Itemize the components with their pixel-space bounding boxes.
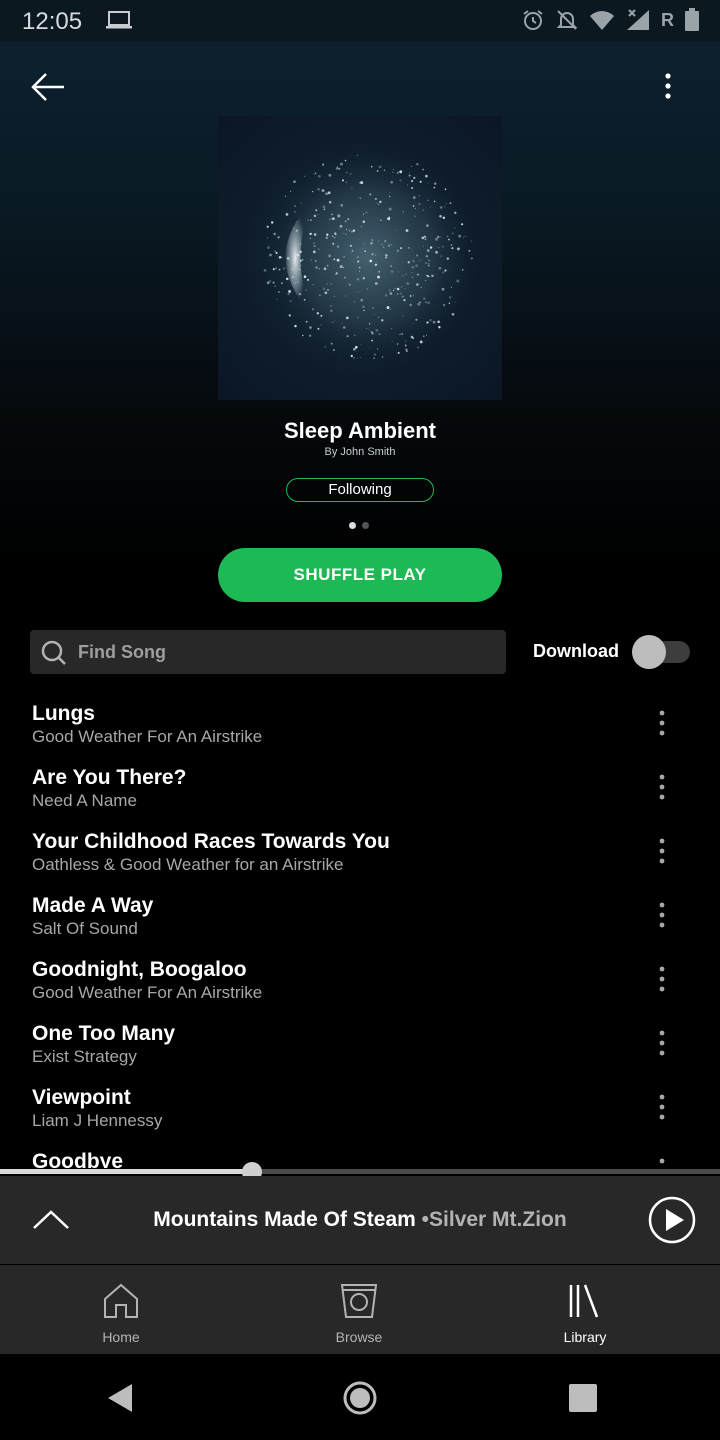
back-triangle-icon[interactable] (98, 1376, 142, 1420)
playlist-screen: 12:05 R Sleep Ambient By John Smith Foll… (0, 0, 720, 1440)
track-more-icon[interactable] (648, 898, 676, 932)
library-icon (569, 1284, 599, 1318)
track-row[interactable]: Lungs Good Weather For An Airstrike (0, 690, 720, 754)
home-icon (104, 1283, 138, 1318)
now-playing-artist: Silver Mt.Zion (429, 1208, 567, 1231)
playlist-owner: By John Smith (324, 446, 396, 458)
laptop-icon (106, 11, 132, 29)
track-title: Made A Way (32, 894, 154, 917)
track-title: Are You There? (32, 766, 187, 789)
track-row[interactable]: Goodnight, Boogaloo Good Weather For An … (0, 946, 720, 1010)
nav-browse-label: Browse (335, 1329, 383, 1345)
playlist-title: Sleep Ambient (284, 418, 436, 443)
signal-icon (627, 9, 649, 30)
mini-player[interactable]: Mountains Made Of Steam •Silver Mt.Zion (0, 1176, 720, 1264)
battery-icon (685, 8, 699, 31)
page-dot[interactable] (362, 522, 369, 529)
track-row[interactable]: Your Childhood Races Towards You Oathles… (0, 818, 720, 882)
page-indicator[interactable] (349, 522, 369, 529)
browse-icon (340, 1284, 378, 1318)
recents-square-icon[interactable] (561, 1376, 605, 1420)
play-button[interactable] (648, 1196, 696, 1244)
more-options-button[interactable] (652, 70, 684, 104)
track-title: Lungs (32, 702, 95, 725)
playback-progress-bar[interactable] (0, 1162, 720, 1182)
progress-fill (0, 1169, 252, 1174)
wifi-icon (590, 11, 614, 30)
download-label: Download (533, 641, 619, 661)
track-artist: Oathless & Good Weather for an Airstrike (32, 855, 344, 874)
track-row[interactable]: One Too Many Exist Strategy (0, 1010, 720, 1074)
now-playing-title: Mountains Made Of Steam (153, 1208, 416, 1231)
nav-home[interactable]: Home (61, 1265, 181, 1354)
track-title: Your Childhood Races Towards You (32, 830, 390, 853)
notifications-off-icon (556, 10, 578, 30)
status-time: 12:05 (22, 8, 83, 35)
find-song-placeholder: Find Song (78, 642, 166, 662)
track-artist: Need A Name (32, 791, 137, 810)
search-icon (41, 640, 66, 665)
following-button[interactable]: Following (286, 478, 434, 502)
download-toggle[interactable] (632, 635, 690, 669)
now-playing-text[interactable]: Mountains Made Of Steam •Silver Mt.Zion (0, 1208, 720, 1232)
shuffle-play-button[interactable]: SHUFFLE PLAY (218, 548, 502, 602)
nav-library[interactable]: Library (525, 1265, 645, 1354)
status-icons: R (521, 8, 700, 32)
track-more-icon[interactable] (648, 770, 676, 804)
track-more-icon[interactable] (648, 834, 676, 868)
track-list: Lungs Good Weather For An Airstrike Are … (0, 690, 720, 1168)
track-more-icon[interactable] (648, 1090, 676, 1124)
bottom-navigation: Home Browse Library (0, 1265, 720, 1354)
track-title: Goodnight, Boogaloo (32, 958, 247, 981)
home-circle-icon[interactable] (338, 1376, 382, 1420)
track-more-icon[interactable] (648, 962, 676, 996)
track-row[interactable]: Goodbye (0, 1138, 720, 1168)
back-button[interactable] (28, 70, 68, 104)
track-more-icon[interactable] (648, 1026, 676, 1060)
track-title: Viewpoint (32, 1086, 131, 1109)
track-more-icon[interactable] (648, 706, 676, 740)
nav-browse[interactable]: Browse (299, 1265, 419, 1354)
toggle-knob (632, 635, 666, 669)
nav-library-label: Library (563, 1329, 607, 1345)
track-artist: Liam J Hennessy (32, 1111, 163, 1130)
playlist-cover-art (218, 116, 502, 400)
system-navigation-bar (0, 1354, 720, 1440)
cover-artwork (258, 146, 478, 366)
track-artist: Good Weather For An Airstrike (32, 727, 263, 746)
now-playing-separator: • (421, 1208, 430, 1231)
track-row[interactable]: Are You There? Need A Name (0, 754, 720, 818)
alarm-icon (523, 10, 543, 30)
track-row[interactable]: Made A Way Salt Of Sound (0, 882, 720, 946)
page-dot[interactable] (349, 522, 356, 529)
track-artist: Good Weather For An Airstrike (32, 983, 263, 1002)
track-title: One Too Many (32, 1022, 176, 1045)
status-bar: 12:05 R (0, 0, 720, 42)
track-artist: Exist Strategy (32, 1047, 137, 1066)
roaming-indicator: R (661, 9, 674, 30)
nav-home-label: Home (102, 1329, 140, 1345)
find-song-input[interactable]: Find Song (30, 630, 506, 674)
track-artist: Salt Of Sound (32, 919, 138, 938)
track-row[interactable]: Viewpoint Liam J Hennessy (0, 1074, 720, 1138)
